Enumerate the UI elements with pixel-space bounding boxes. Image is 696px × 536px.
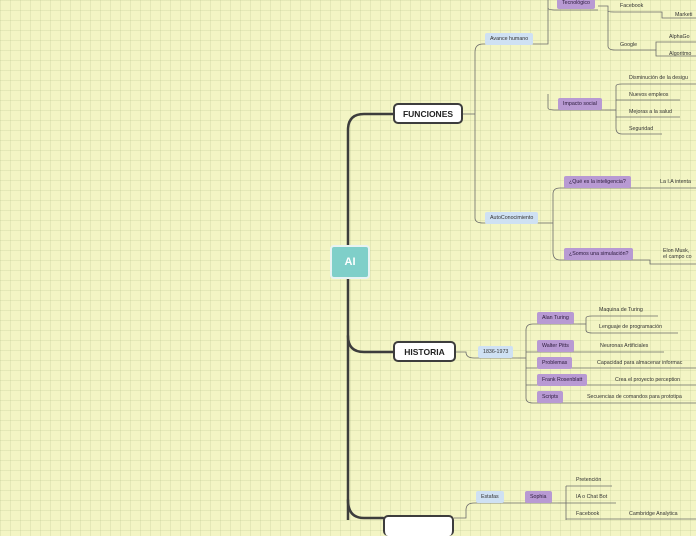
leaf-pretencion[interactable]: Pretención (576, 477, 601, 483)
leaf-chatbot[interactable]: IA o Chat Bot (576, 494, 607, 500)
leaf-facebook-bottom[interactable]: Facebook (576, 511, 599, 517)
topic-bottom[interactable] (383, 515, 454, 536)
subtopic-avance-humano[interactable]: Avance humano (485, 33, 534, 45)
leaf-impacto-3[interactable]: Mejoras a la salud (629, 109, 672, 115)
leaf-facebook[interactable]: Facebook (620, 3, 643, 9)
leaf-perception[interactable]: Crea el proyecto perception (615, 377, 680, 383)
history-walter-pitts[interactable]: Walter Pitts (537, 340, 574, 352)
leaf-impacto-2[interactable]: Nuevos empleos (629, 92, 668, 98)
leaf-alphago[interactable]: AlphaGo (669, 34, 690, 40)
leaf-maquina-turing[interactable]: Maquina de Turing (599, 307, 643, 313)
subtopic-tecnologico[interactable]: Tecnológico (557, 0, 595, 9)
leaf-cambridge[interactable]: Cambridge Analytica (629, 511, 678, 517)
subtopic-periodo[interactable]: 1836-1973 (478, 346, 514, 358)
subtopic-autoconocimiento[interactable]: AutoConocimiento (485, 212, 539, 224)
subtopic-sophia[interactable]: Sophia (525, 491, 552, 503)
leaf-campo[interactable]: el campo co (663, 254, 692, 260)
history-frank-rosenblatt[interactable]: Frank Rosenblatt (537, 374, 588, 386)
subtopic-inteligencia[interactable]: ¿Qué es la inteligencia? (564, 176, 631, 188)
history-alan-turing[interactable]: Alan Turing (537, 312, 574, 324)
leaf-impacto-4[interactable]: Seguridad (629, 126, 653, 132)
topic-funciones[interactable]: FUNCIONES (393, 103, 463, 124)
subtopic-estafas[interactable]: Estafas (476, 491, 504, 503)
subtopic-simulacion[interactable]: ¿Somos una simulación? (564, 248, 634, 260)
root-node[interactable]: AI (330, 245, 370, 279)
leaf-impacto-1[interactable]: Disminución de la desigu (629, 75, 688, 81)
topic-historia[interactable]: HISTORIA (393, 341, 456, 362)
leaf-lenguaje-programacion[interactable]: Lenguaje de programación (599, 324, 662, 330)
leaf-algoritmo[interactable]: Algoritmo (669, 51, 691, 57)
leaf-secuencias[interactable]: Secuencias de comandos para prototipa (587, 394, 682, 400)
leaf-google[interactable]: Google (620, 42, 637, 48)
history-scripts[interactable]: Scripts (537, 391, 564, 403)
leaf-ia-intenta[interactable]: La I.A intenta (660, 179, 691, 185)
leaf-marketing[interactable]: Marketi (675, 12, 692, 18)
history-problemas[interactable]: Problemas (537, 357, 573, 369)
subtopic-impacto-social[interactable]: Impacto social (558, 98, 602, 110)
leaf-neuronas[interactable]: Neuronas Artificiales (600, 343, 648, 349)
leaf-capacidad[interactable]: Capacidad para almacenar informac (597, 360, 682, 366)
